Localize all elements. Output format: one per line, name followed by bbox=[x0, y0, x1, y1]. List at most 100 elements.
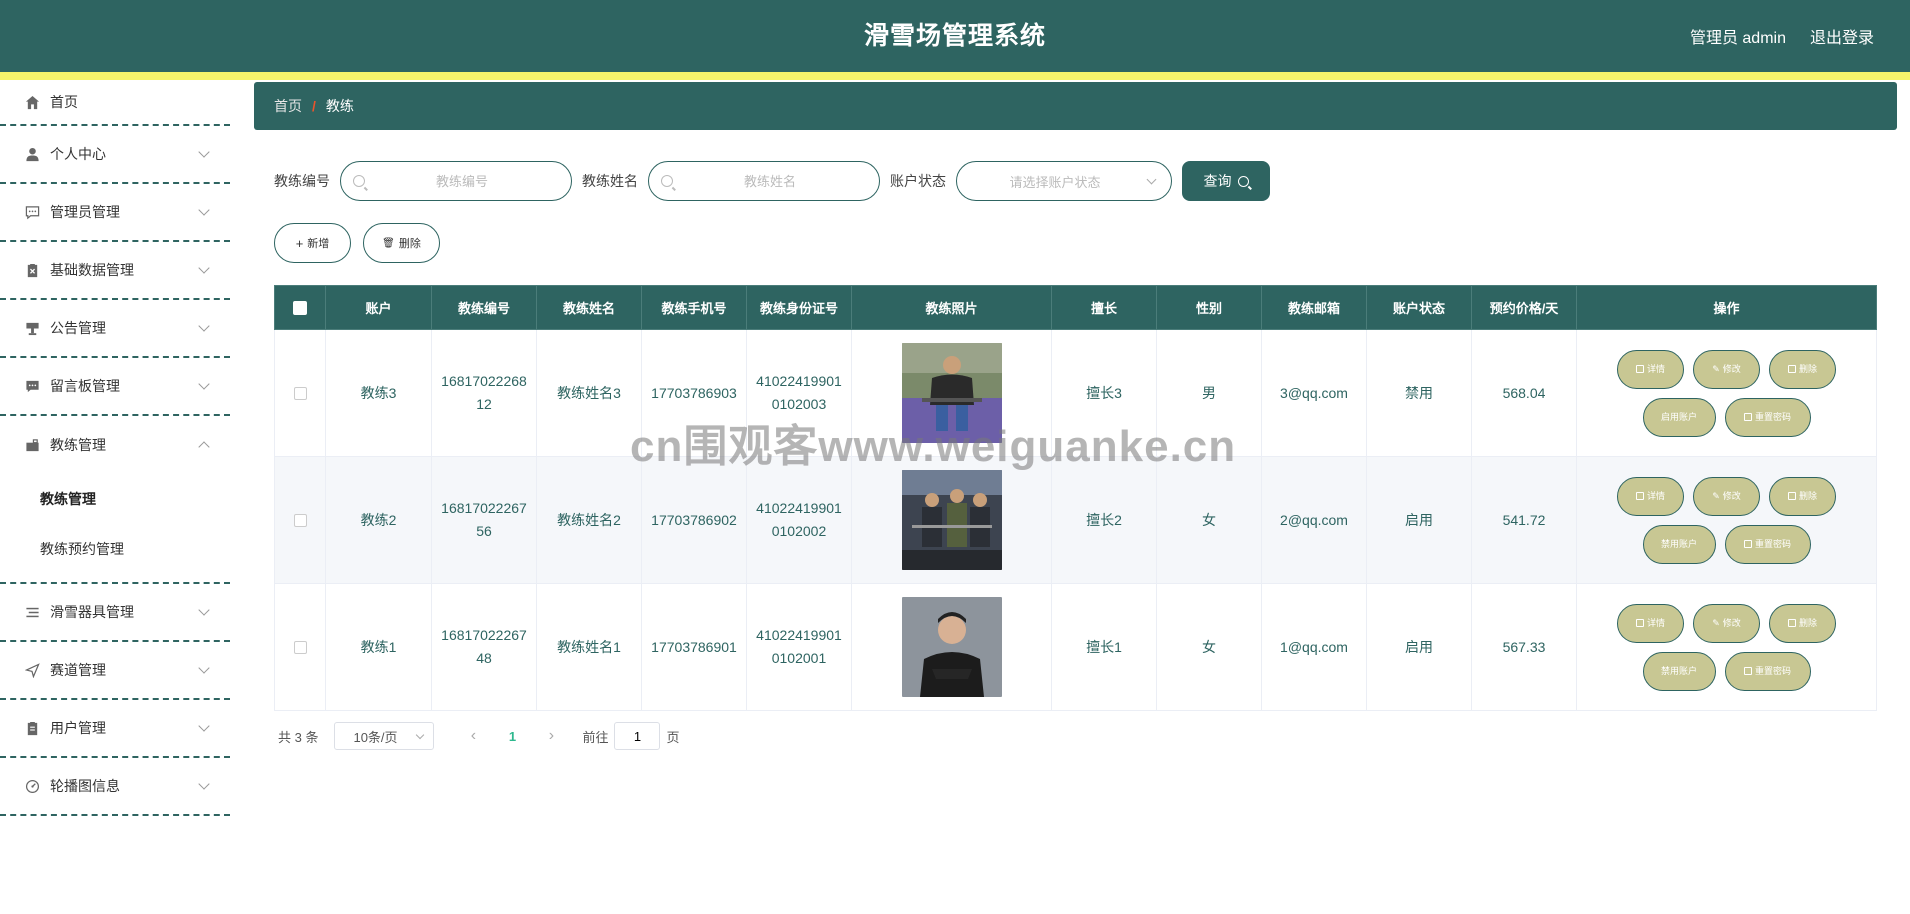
clipboard-icon bbox=[24, 720, 40, 736]
delete-button-label: 删除 bbox=[1798, 363, 1817, 374]
add-button[interactable]: + 新增 bbox=[274, 223, 351, 263]
detail-button-label: 详情 bbox=[1646, 363, 1665, 374]
skill-cell: 擅长2 bbox=[1051, 456, 1157, 584]
idcard-cell: 410224199010102002 bbox=[746, 456, 852, 584]
page-size-value: 10条/页 bbox=[353, 729, 398, 745]
coach-photo[interactable] bbox=[901, 343, 1002, 443]
edit-button[interactable]: ✎ 修改 bbox=[1693, 349, 1760, 389]
sidebar-item-admins[interactable]: 管理员管理 bbox=[0, 184, 230, 242]
sidebar-item-notice[interactable]: 公告管理 bbox=[0, 300, 230, 358]
delete-button[interactable]: 删除 bbox=[1769, 349, 1836, 389]
column-header: 账户 bbox=[325, 285, 432, 330]
column-header: 教练姓名 bbox=[536, 285, 642, 330]
submenu-item-coach-manage[interactable]: 教练管理 bbox=[0, 474, 230, 524]
edit-button-label: 修改 bbox=[1722, 363, 1741, 374]
photo-cell bbox=[851, 456, 1052, 584]
account-status-label: 账户状态 bbox=[890, 173, 946, 189]
chevron-down-icon bbox=[198, 378, 210, 390]
current-user[interactable]: 管理员 admin bbox=[1690, 24, 1786, 48]
sidebar-item-basic-data[interactable]: 基础数据管理 bbox=[0, 242, 230, 300]
prev-page-button[interactable]: ‹ bbox=[458, 727, 488, 745]
row-checkbox[interactable] bbox=[293, 387, 307, 401]
chevron-down-icon bbox=[198, 662, 210, 674]
header-user-area: 管理员 admin 退出登录 bbox=[1690, 0, 1874, 72]
row-select-cell bbox=[274, 583, 326, 711]
document-icon bbox=[1743, 667, 1752, 675]
total-count: 共 3 条 bbox=[278, 729, 319, 745]
sidebar-item-message-board[interactable]: 留言板管理 bbox=[0, 358, 230, 416]
edit-button[interactable]: ✎ 修改 bbox=[1693, 476, 1760, 516]
coach-photo[interactable] bbox=[901, 470, 1002, 570]
query-button[interactable]: 查询 bbox=[1182, 161, 1270, 201]
goto-page-input[interactable] bbox=[614, 722, 661, 750]
sidebar-item-label: 个人中心 bbox=[50, 146, 106, 162]
coach-code-field[interactable] bbox=[340, 161, 572, 201]
idcard-cell: 410224199010102003 bbox=[746, 329, 852, 457]
account-cell: 教练3 bbox=[325, 329, 432, 457]
row-checkbox[interactable] bbox=[293, 641, 307, 655]
sidebar-item-label: 留言板管理 bbox=[50, 378, 120, 394]
document-icon bbox=[1743, 413, 1752, 421]
document-icon bbox=[1635, 492, 1644, 500]
column-header: 擅长 bbox=[1051, 285, 1157, 330]
sidebar-item-personal[interactable]: 个人中心 bbox=[0, 126, 230, 184]
sidebar-item-coach[interactable]: 教练管理 bbox=[0, 416, 230, 474]
sidebar-item-carousel[interactable]: 轮播图信息 bbox=[0, 758, 230, 816]
delete-button[interactable]: 删除 bbox=[1769, 476, 1836, 516]
phone-cell: 17703786901 bbox=[641, 583, 747, 711]
status-cell: 启用 bbox=[1366, 583, 1472, 711]
submenu-item-coach-booking[interactable]: 教练预约管理 bbox=[0, 524, 230, 574]
logout-button[interactable]: 退出登录 bbox=[1810, 24, 1874, 48]
sidebar-item-label: 赛道管理 bbox=[50, 662, 106, 678]
edit-button-label: 修改 bbox=[1722, 490, 1741, 501]
toggle-account-button[interactable]: 禁用账户 bbox=[1642, 651, 1716, 691]
column-header: 账户状态 bbox=[1366, 285, 1472, 330]
breadcrumb-separator: / bbox=[312, 98, 316, 114]
detail-button[interactable]: 详情 bbox=[1617, 603, 1684, 643]
detail-button[interactable]: 详情 bbox=[1617, 349, 1684, 389]
name-cell: 教练姓名3 bbox=[536, 329, 642, 457]
search-icon bbox=[661, 175, 673, 187]
breadcrumb-home[interactable]: 首页 bbox=[274, 96, 302, 116]
coach-photo[interactable] bbox=[901, 597, 1002, 697]
sidebar-item-label: 管理员管理 bbox=[50, 204, 120, 220]
delete-button[interactable]: 删除 bbox=[1769, 603, 1836, 643]
coach-name-field[interactable] bbox=[648, 161, 880, 201]
sidebar-item-label: 滑雪器具管理 bbox=[50, 604, 134, 620]
coach-code-label: 教练编号 bbox=[274, 173, 330, 189]
goto-label: 前往 bbox=[582, 729, 609, 745]
detail-button[interactable]: 详情 bbox=[1617, 476, 1684, 516]
toggle-account-button[interactable]: 禁用账户 bbox=[1642, 524, 1716, 564]
reset-password-button[interactable]: 重置密码 bbox=[1724, 524, 1811, 564]
query-button-label: 查询 bbox=[1203, 173, 1232, 189]
coach-code-input[interactable] bbox=[365, 173, 559, 189]
document-icon bbox=[1743, 540, 1752, 548]
coach-name-input[interactable] bbox=[673, 173, 867, 189]
sidebar-item-ski-equipment[interactable]: 滑雪器具管理 bbox=[0, 584, 230, 642]
reset-password-button[interactable]: 重置密码 bbox=[1724, 397, 1811, 437]
phone-cell: 17703786902 bbox=[641, 456, 747, 584]
sidebar-item-users[interactable]: 用户管理 bbox=[0, 700, 230, 758]
edit-button[interactable]: ✎ 修改 bbox=[1693, 603, 1760, 643]
detail-button-label: 详情 bbox=[1646, 617, 1665, 628]
next-page-button[interactable]: › bbox=[536, 727, 566, 745]
page-number[interactable]: 1 bbox=[488, 729, 536, 744]
sidebar-item-home[interactable]: 首页 bbox=[0, 80, 230, 126]
column-header: 操作 bbox=[1576, 285, 1877, 330]
select-all-checkbox[interactable] bbox=[293, 301, 307, 316]
code-cell: 1681702226812 bbox=[431, 329, 537, 457]
row-checkbox[interactable] bbox=[293, 514, 307, 528]
reset-password-button[interactable]: 重置密码 bbox=[1724, 651, 1811, 691]
sidebar-item-track[interactable]: 赛道管理 bbox=[0, 642, 230, 700]
phone-cell: 17703786903 bbox=[641, 329, 747, 457]
account-status-select[interactable]: 请选择账户状态 bbox=[956, 161, 1172, 201]
sidebar-item-label: 用户管理 bbox=[50, 720, 106, 736]
sidebar-item-label: 教练管理 bbox=[50, 437, 106, 453]
page-size-select[interactable]: 10条/页 bbox=[334, 722, 435, 750]
batch-delete-button[interactable]: 🗑 删除 bbox=[363, 223, 440, 263]
chevron-down-icon bbox=[416, 730, 425, 740]
toggle-account-button[interactable]: 启用账户 bbox=[1642, 397, 1716, 437]
code-cell: 1681702226756 bbox=[431, 456, 537, 584]
breadcrumb-current: 教练 bbox=[325, 98, 354, 114]
edit-button-label: 修改 bbox=[1722, 617, 1741, 628]
